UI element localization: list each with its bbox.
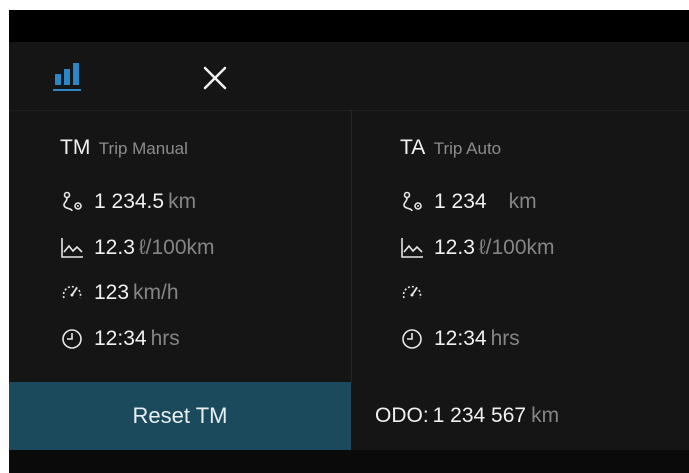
odometer-readout: ODO: 1 234 567 km bbox=[375, 382, 559, 450]
time-unit: hrs bbox=[490, 327, 520, 350]
time-unit: hrs bbox=[150, 327, 180, 350]
consumption-unit: ℓ/100km bbox=[138, 236, 215, 259]
distance-unit: km bbox=[168, 190, 197, 213]
odometer-value: 1 234 567 bbox=[432, 404, 527, 427]
trip-auto-header: TA Trip Auto bbox=[400, 136, 501, 160]
trip-statistics-button[interactable] bbox=[49, 60, 89, 96]
distance-value: 1 234.5 bbox=[94, 190, 165, 213]
trip-manual-panel: TM Trip Manual 1 234.5 km 12.3 ℓ/100km 1… bbox=[9, 110, 351, 382]
time-row: 12:34 hrs bbox=[400, 324, 520, 354]
time-value: 12:34 bbox=[94, 327, 147, 350]
reset-tm-button[interactable]: Reset TM bbox=[9, 382, 351, 450]
trip-computer-screen: TM Trip Manual 1 234.5 km 12.3 ℓ/100km 1… bbox=[9, 10, 689, 473]
distance-unit: km bbox=[508, 190, 537, 213]
odometer-unit: km bbox=[531, 404, 560, 427]
clock-icon bbox=[402, 329, 422, 349]
speed-row: 123 km/h bbox=[60, 278, 179, 308]
consumption-chart-icon bbox=[61, 238, 83, 258]
distance-value: 1 234 bbox=[434, 190, 487, 213]
odometer-label: ODO: bbox=[375, 404, 429, 427]
distance-row: 1 234.5 km bbox=[60, 187, 196, 217]
bar-chart-icon bbox=[53, 63, 81, 91]
consumption-unit: ℓ/100km bbox=[478, 236, 555, 259]
speed-unit: km/h bbox=[133, 281, 179, 304]
bottom-band bbox=[9, 450, 689, 473]
toolbar bbox=[9, 42, 689, 111]
trip-code: TM bbox=[60, 136, 91, 159]
route-icon bbox=[403, 191, 422, 212]
consumption-chart-icon bbox=[401, 238, 423, 258]
top-band bbox=[9, 10, 689, 42]
speedometer-icon bbox=[402, 285, 422, 299]
speedometer-icon bbox=[62, 285, 82, 299]
time-row: 12:34 hrs bbox=[60, 324, 180, 354]
speed-value: 123 bbox=[94, 281, 130, 304]
trip-name: Trip Auto bbox=[433, 139, 502, 158]
clock-icon bbox=[62, 329, 82, 349]
route-icon bbox=[63, 191, 82, 212]
trip-code: TA bbox=[400, 136, 426, 159]
close-icon bbox=[203, 66, 227, 90]
trip-auto-panel: TA Trip Auto 1 234 km 12.3 ℓ/100km 12:34… bbox=[352, 110, 689, 382]
consumption-value: 12.3 bbox=[434, 236, 475, 259]
distance-row: 1 234 km bbox=[400, 187, 537, 217]
consumption-row: 12.3 ℓ/100km bbox=[60, 233, 215, 263]
time-value: 12:34 bbox=[434, 327, 487, 350]
speed-row bbox=[400, 278, 434, 308]
trip-name: Trip Manual bbox=[98, 139, 188, 158]
consumption-row: 12.3 ℓ/100km bbox=[400, 233, 555, 263]
consumption-value: 12.3 bbox=[94, 236, 135, 259]
close-button[interactable] bbox=[195, 58, 235, 98]
trip-manual-header: TM Trip Manual bbox=[60, 136, 188, 160]
